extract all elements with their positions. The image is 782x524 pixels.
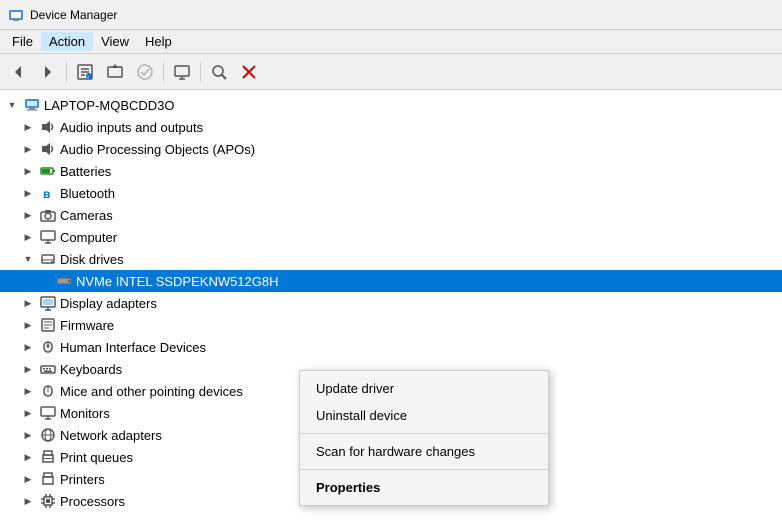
mice-icon bbox=[40, 383, 56, 399]
window-title: Device Manager bbox=[30, 8, 117, 22]
processors-label: Processors bbox=[60, 494, 125, 509]
context-sep-1 bbox=[300, 433, 548, 434]
computer-label: Computer bbox=[60, 230, 117, 245]
expand-display[interactable]: ▶ bbox=[20, 295, 36, 311]
expand-network[interactable]: ▶ bbox=[20, 427, 36, 443]
app-icon bbox=[8, 7, 24, 23]
print-queues-label: Print queues bbox=[60, 450, 133, 465]
monitors-label: Monitors bbox=[60, 406, 110, 421]
menu-view[interactable]: View bbox=[93, 32, 137, 51]
menu-bar: File Action View Help bbox=[0, 30, 782, 54]
delete-button[interactable] bbox=[235, 58, 263, 86]
back-button[interactable] bbox=[4, 58, 32, 86]
tree-item-cameras[interactable]: ▶ Cameras bbox=[0, 204, 782, 226]
toolbar: i bbox=[0, 54, 782, 90]
cameras-label: Cameras bbox=[60, 208, 113, 223]
tree-item-batteries[interactable]: ▶ Batteries bbox=[0, 160, 782, 182]
context-menu: Update driver Uninstall device Scan for … bbox=[299, 370, 549, 506]
context-scan[interactable]: Scan for hardware changes bbox=[300, 438, 548, 465]
context-properties[interactable]: Properties bbox=[300, 474, 548, 501]
svg-text:i: i bbox=[88, 75, 89, 81]
expand-hid[interactable]: ▶ bbox=[20, 339, 36, 355]
firmware-label: Firmware bbox=[60, 318, 114, 333]
expand-firmware[interactable]: ▶ bbox=[20, 317, 36, 333]
battery-icon bbox=[40, 163, 56, 179]
disk-label: Disk drives bbox=[60, 252, 124, 267]
expand-batteries[interactable]: ▶ bbox=[20, 163, 36, 179]
root-label: LAPTOP-MQBCDD3O bbox=[44, 98, 175, 113]
bluetooth-icon: ʙ bbox=[40, 185, 56, 201]
processors-icon bbox=[40, 493, 56, 509]
menu-help[interactable]: Help bbox=[137, 32, 180, 51]
computer-icon bbox=[24, 97, 40, 113]
scan-button[interactable] bbox=[205, 58, 233, 86]
svg-text:ʙ: ʙ bbox=[43, 187, 50, 201]
title-bar: Device Manager bbox=[0, 0, 782, 30]
properties-button[interactable]: i bbox=[71, 58, 99, 86]
bluetooth-label: Bluetooth bbox=[60, 186, 115, 201]
audio-label: Audio inputs and outputs bbox=[60, 120, 203, 135]
apo-label: Audio Processing Objects (APOs) bbox=[60, 142, 255, 157]
expand-printers[interactable]: ▶ bbox=[20, 471, 36, 487]
expand-monitors[interactable]: ▶ bbox=[20, 405, 36, 421]
tree-item-computer[interactable]: ▶ Computer bbox=[0, 226, 782, 248]
disk-icon bbox=[40, 251, 56, 267]
expand-print-queues[interactable]: ▶ bbox=[20, 449, 36, 465]
enable-button[interactable] bbox=[131, 58, 159, 86]
tree-item-hid[interactable]: ▶ Human Interface Devices bbox=[0, 336, 782, 358]
monitor-button[interactable] bbox=[168, 58, 196, 86]
nvme-icon bbox=[56, 273, 72, 289]
display-icon bbox=[40, 295, 56, 311]
tree-item-audio-inputs[interactable]: ▶ Audio inputs and outputs bbox=[0, 116, 782, 138]
tree-item-nvme[interactable]: NVMe INTEL SSDPEKNW512G8H bbox=[0, 270, 782, 292]
nvme-label: NVMe INTEL SSDPEKNW512G8H bbox=[76, 274, 279, 289]
expand-cameras[interactable]: ▶ bbox=[20, 207, 36, 223]
update-driver-button[interactable] bbox=[101, 58, 129, 86]
tree-item-bluetooth[interactable]: ▶ ʙ Bluetooth bbox=[0, 182, 782, 204]
expand-root[interactable]: ▼ bbox=[4, 97, 20, 113]
network-label: Network adapters bbox=[60, 428, 162, 443]
tree-item-display[interactable]: ▶ Display adapters bbox=[0, 292, 782, 314]
printers-label: Printers bbox=[60, 472, 105, 487]
keyboards-label: Keyboards bbox=[60, 362, 122, 377]
expand-apo[interactable]: ▶ bbox=[20, 141, 36, 157]
monitors-icon bbox=[40, 405, 56, 421]
toolbar-separator-3 bbox=[200, 62, 201, 82]
toolbar-separator-1 bbox=[66, 62, 67, 82]
forward-button[interactable] bbox=[34, 58, 62, 86]
tree-item-firmware[interactable]: ▶ Firmware bbox=[0, 314, 782, 336]
menu-file[interactable]: File bbox=[4, 32, 41, 51]
main-content: ▼ LAPTOP-MQBCDD3O ▶ Audio inp bbox=[0, 90, 782, 524]
computer-icon2 bbox=[40, 229, 56, 245]
audio-icon bbox=[40, 119, 56, 135]
camera-icon bbox=[40, 207, 56, 223]
toolbar-separator-2 bbox=[163, 62, 164, 82]
expand-computer[interactable]: ▶ bbox=[20, 229, 36, 245]
display-label: Display adapters bbox=[60, 296, 157, 311]
print-queues-icon bbox=[40, 449, 56, 465]
expand-processors[interactable]: ▶ bbox=[20, 493, 36, 509]
expand-keyboards[interactable]: ▶ bbox=[20, 361, 36, 377]
expand-audio[interactable]: ▶ bbox=[20, 119, 36, 135]
apo-icon bbox=[40, 141, 56, 157]
printers-icon bbox=[40, 471, 56, 487]
keyboard-icon bbox=[40, 361, 56, 377]
tree-item-disk-drives[interactable]: ▼ Disk drives bbox=[0, 248, 782, 270]
expand-disk[interactable]: ▼ bbox=[20, 251, 36, 267]
expand-nvme bbox=[36, 273, 52, 289]
hid-icon bbox=[40, 339, 56, 355]
expand-bluetooth[interactable]: ▶ bbox=[20, 185, 36, 201]
context-uninstall[interactable]: Uninstall device bbox=[300, 402, 548, 429]
menu-action[interactable]: Action bbox=[41, 32, 93, 51]
tree-root[interactable]: ▼ LAPTOP-MQBCDD3O bbox=[0, 94, 782, 116]
batteries-label: Batteries bbox=[60, 164, 111, 179]
mice-label: Mice and other pointing devices bbox=[60, 384, 243, 399]
firmware-icon bbox=[40, 317, 56, 333]
hid-label: Human Interface Devices bbox=[60, 340, 206, 355]
network-icon bbox=[40, 427, 56, 443]
context-update-driver[interactable]: Update driver bbox=[300, 375, 548, 402]
context-sep-2 bbox=[300, 469, 548, 470]
expand-mice[interactable]: ▶ bbox=[20, 383, 36, 399]
tree-item-apo[interactable]: ▶ Audio Processing Objects (APOs) bbox=[0, 138, 782, 160]
